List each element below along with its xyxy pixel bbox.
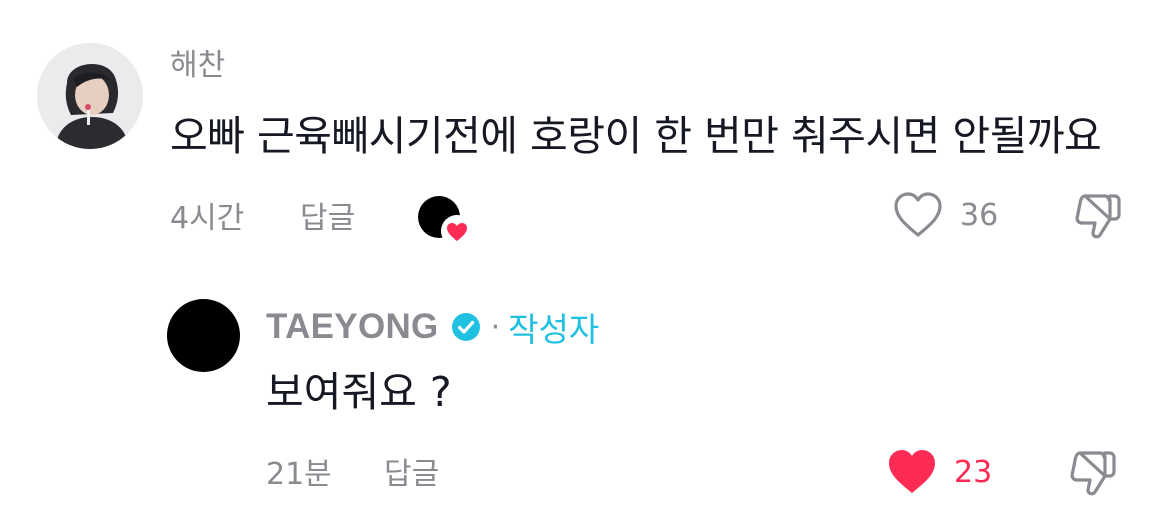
creator-liked-heart-icon <box>441 215 473 247</box>
comment-reply-button[interactable]: 답글 <box>300 193 418 237</box>
reply-reply-button[interactable]: 답글 <box>384 449 439 493</box>
commenter-username[interactable]: 해찬 <box>170 48 225 84</box>
reply-meta: 21분 답글 <box>266 449 439 493</box>
creator-liked-indicator <box>418 196 474 247</box>
reply-dislike-button[interactable] <box>1066 447 1118 499</box>
creator-avatar[interactable] <box>167 299 240 372</box>
verified-badge-icon <box>451 313 480 341</box>
comment-like-count: 36 <box>960 197 999 233</box>
comment-meta: 4시간 답글 <box>170 193 474 247</box>
commenter-avatar[interactable] <box>37 43 143 149</box>
thumbs-down-icon <box>1075 194 1121 239</box>
avatar-photo-image <box>37 43 143 149</box>
reply-like-button[interactable]: 23 <box>886 447 992 497</box>
reply-separator: · <box>490 309 501 345</box>
reply-timestamp: 21분 <box>266 457 332 492</box>
heart-outline-icon <box>894 192 942 237</box>
comment-dislike-button[interactable] <box>1071 190 1123 242</box>
reply-header: TAEYONG · 작성자 <box>266 305 599 349</box>
heart-filled-icon <box>889 450 935 493</box>
comment-timestamp: 4시간 <box>170 201 245 236</box>
comment-like-button[interactable]: 36 <box>892 190 998 240</box>
comment-text: 오빠 근육빼시기전에 호랑이 한 번만 춰주시면 안될까요 <box>170 112 1102 160</box>
reply-like-count: 23 <box>954 454 993 490</box>
creator-tag: 작성자 <box>508 310 600 349</box>
reply-text: 보여줘요 ? <box>266 368 452 416</box>
thumbs-down-icon <box>1070 451 1116 496</box>
reply-username[interactable]: TAEYONG <box>266 307 439 347</box>
